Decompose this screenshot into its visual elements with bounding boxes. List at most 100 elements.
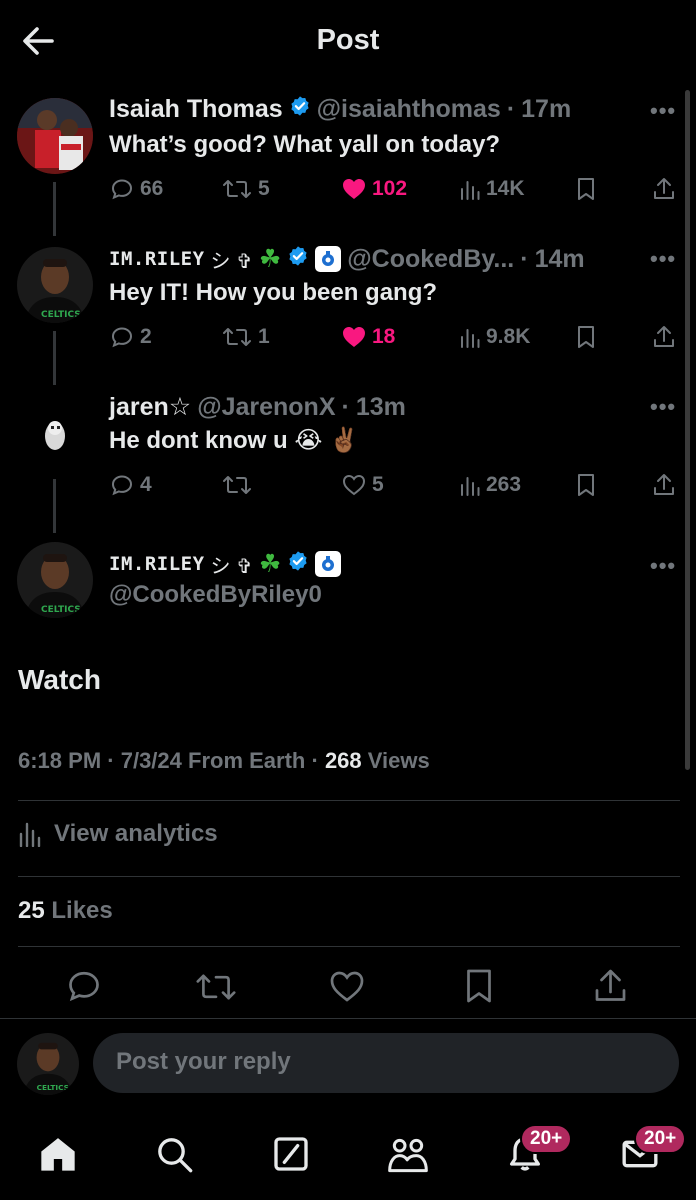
messages-badge: 20+ [634, 1124, 687, 1154]
separator-dot: · [506, 95, 516, 123]
share-icon [654, 178, 674, 199]
like-button[interactable] [329, 970, 365, 1008]
reply-icon [111, 475, 133, 496]
verified-badge-icon [287, 550, 309, 579]
bookmark-icon [467, 969, 491, 1003]
more-options-icon[interactable]: ••• [650, 246, 676, 272]
tweet-header: jaren☆ @JarenonX · 13m [109, 392, 406, 422]
search-tab[interactable] [154, 1134, 194, 1179]
reply-count: 4 [140, 473, 152, 496]
bottom-tab-bar [0, 1110, 696, 1200]
avatar[interactable]: CELTICS [17, 247, 93, 323]
post-time[interactable]: 14m [535, 245, 585, 274]
communities-tab[interactable] [386, 1134, 430, 1179]
like-button[interactable]: 102 [342, 177, 407, 201]
bookmark-button[interactable] [464, 968, 494, 1009]
reply-button[interactable] [66, 968, 102, 1009]
post-time[interactable]: 13m [356, 393, 406, 422]
avatar[interactable]: CELTICS [17, 1033, 79, 1095]
divider [18, 946, 680, 947]
more-options-icon[interactable]: ••• [650, 394, 676, 420]
reply-icon [69, 971, 99, 1002]
reply-button[interactable]: 66 [110, 177, 163, 201]
post-source: From Earth [188, 748, 306, 773]
like-button[interactable]: 5 [342, 473, 384, 497]
author-name[interactable]: jaren☆ [109, 392, 191, 422]
like-button[interactable]: 18 [342, 325, 395, 349]
retweet-button[interactable]: 5 [222, 177, 270, 201]
views-button[interactable]: 14K [460, 177, 525, 201]
bookmark-button[interactable] [576, 473, 596, 497]
author-name[interactable]: IM.RILEY [109, 553, 205, 575]
page-title: Post [316, 24, 380, 56]
home-icon [41, 1138, 75, 1171]
reply-icon [111, 327, 133, 348]
author-name-text: jaren [109, 393, 169, 421]
author-name[interactable]: IM.RILEY [109, 248, 205, 270]
bookmark-button[interactable] [576, 177, 596, 201]
author-name[interactable]: Isaiah Thomas [109, 95, 283, 124]
post-meta: 6:18 PM · 7/3/24 From Earth · 268 Views [18, 748, 430, 773]
author-handle[interactable]: @CookedBy... [347, 245, 514, 274]
retweet-button[interactable] [195, 970, 237, 1009]
view-analytics-link[interactable]: View analytics [18, 820, 218, 848]
avatar[interactable]: CELTICS [17, 542, 93, 618]
share-button[interactable] [653, 325, 675, 349]
search-icon [158, 1138, 193, 1173]
reply-button[interactable]: 2 [110, 325, 152, 349]
likes-link[interactable]: 25 Likes [18, 897, 113, 925]
thread-line [53, 182, 56, 236]
share-icon [654, 326, 674, 347]
heart-outline-icon [342, 474, 366, 496]
avatar[interactable] [17, 98, 93, 174]
affiliate-badge-icon [315, 551, 342, 577]
reply-count: 66 [140, 177, 164, 200]
view-analytics-label: View analytics [54, 820, 218, 847]
heart-filled-icon [343, 179, 365, 199]
retweet-icon [196, 974, 236, 1000]
like-count: 5 [372, 473, 384, 496]
share-button[interactable] [653, 177, 675, 201]
shamrock-icon: ☘ [258, 550, 282, 578]
star-icon: ☆ [168, 393, 192, 421]
retweet-icon [223, 328, 251, 346]
grok-tab[interactable] [271, 1134, 311, 1179]
retweet-button[interactable] [222, 473, 252, 497]
analytics-icon [19, 822, 41, 847]
tweet-text: What’s good? What yall on today? [109, 131, 501, 158]
svg-text:CELTICS: CELTICS [41, 310, 81, 320]
bookmark-icon [578, 178, 594, 200]
more-options-icon[interactable]: ••• [650, 98, 676, 124]
bookmark-button[interactable] [576, 325, 596, 349]
share-button[interactable] [594, 968, 627, 1009]
affiliate-badge-icon [315, 246, 342, 272]
views-button[interactable]: 9.8K [460, 325, 530, 349]
views-button[interactable]: 263 [460, 473, 521, 497]
views-count: 268 [324, 748, 362, 773]
more-options-icon[interactable]: ••• [650, 553, 676, 579]
name-glyphs: シ ✞ [210, 555, 253, 578]
divider [18, 876, 680, 877]
author-handle[interactable]: @isaiahthomas [317, 95, 501, 124]
likes-label: Likes [51, 897, 113, 924]
scrollbar[interactable] [685, 90, 690, 770]
author-handle[interactable]: @JarenonX [197, 393, 335, 422]
svg-text:CELTICS: CELTICS [41, 605, 81, 615]
bookmark-icon [578, 326, 594, 348]
share-icon [595, 969, 626, 1001]
post-time[interactable]: 17m [521, 95, 571, 124]
share-button[interactable] [653, 473, 675, 497]
retweet-icon [223, 180, 251, 198]
views-count: 263 [486, 473, 522, 496]
analytics-icon [461, 329, 480, 348]
author-handle[interactable]: @CookedByRiley0 [109, 581, 322, 609]
views-count: 9.8K [486, 325, 531, 348]
retweet-button[interactable]: 1 [222, 325, 270, 349]
home-tab[interactable] [38, 1134, 78, 1179]
post-time: 6:18 PM [18, 748, 102, 773]
thread-line [53, 331, 56, 385]
likes-count: 25 [18, 897, 45, 924]
reply-button[interactable]: 4 [110, 473, 152, 497]
avatar[interactable] [17, 396, 93, 472]
tweet-header: Isaiah Thomas @isaiahthomas · 17m [109, 95, 571, 124]
